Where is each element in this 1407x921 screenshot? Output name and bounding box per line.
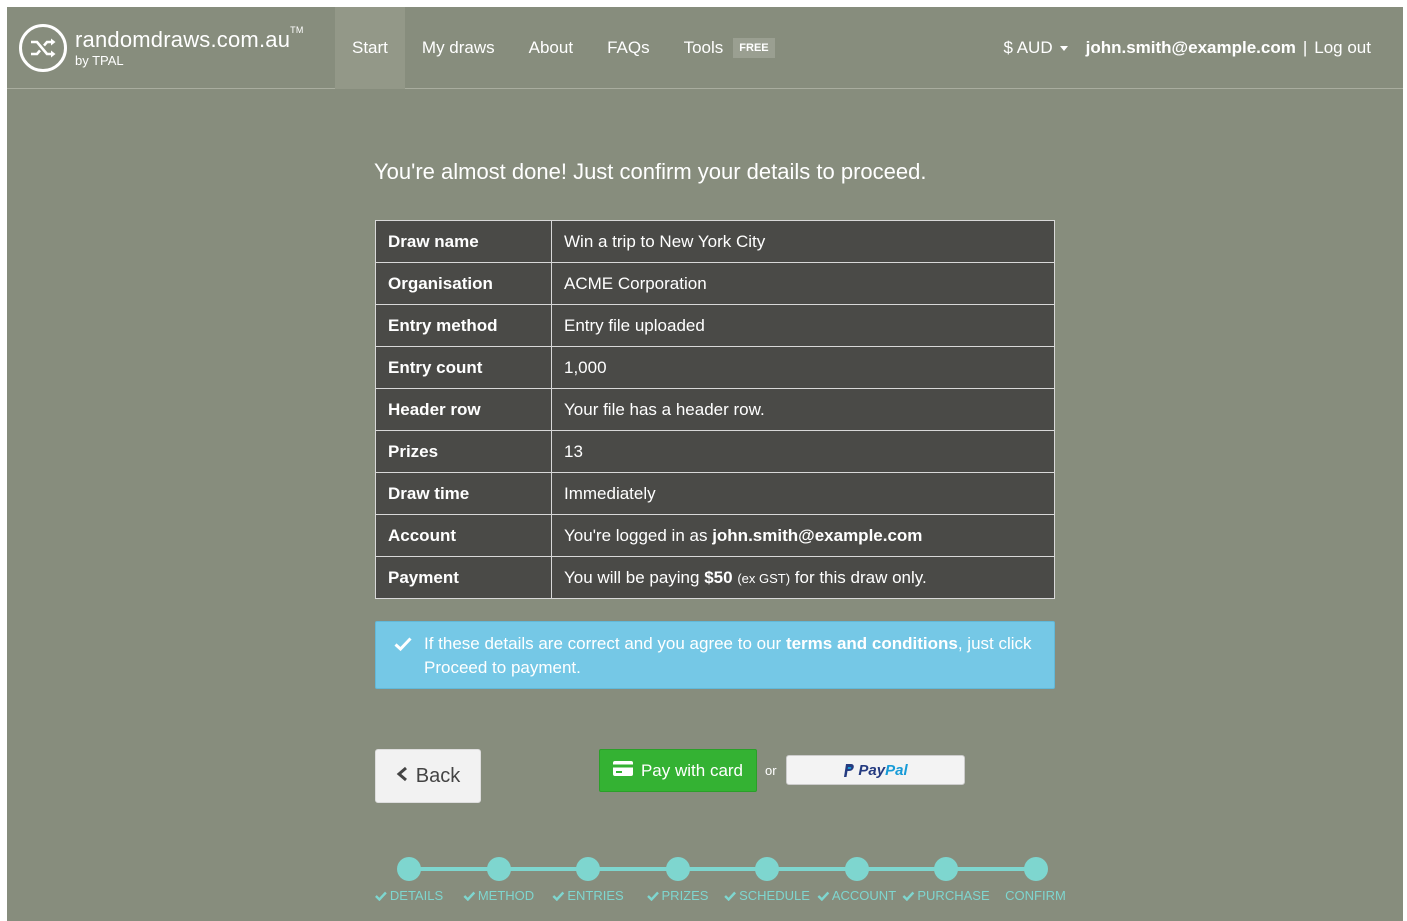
- entry-method-label: Entry method: [375, 304, 552, 347]
- pay-with-card-button[interactable]: Pay with card: [599, 749, 757, 792]
- check-icon: [394, 635, 412, 659]
- shuffle-icon: [19, 24, 67, 72]
- check-icon: [646, 888, 662, 903]
- or-separator: or: [765, 763, 777, 778]
- chevron-left-icon: [396, 765, 408, 788]
- currency-label: $ AUD: [1003, 38, 1053, 57]
- check-icon: [375, 888, 390, 903]
- table-row: Account You're logged in as john.smith@e…: [375, 514, 1055, 557]
- check-icon: [462, 888, 478, 903]
- nav-right: $ AUD john.smith@example.com | Log out: [1003, 7, 1371, 89]
- paypal-pal-text: Pal: [885, 761, 908, 779]
- card-label: Pay with card: [640, 760, 744, 780]
- logout-link[interactable]: Log out: [1314, 38, 1371, 58]
- navbar: randomdraws.com.auTM by TPAL Start My dr…: [7, 7, 1403, 89]
- step-label-entries: ENTRIES: [552, 888, 624, 903]
- progress-tracker: DETAILS METHOD ENTRIES PRIZES SCHEDULE ACCOUN…: [367, 855, 1067, 905]
- table-row: Entry count 1,000: [375, 346, 1055, 389]
- step-label-method: METHOD: [462, 888, 534, 903]
- paypal-button[interactable]: Pay Pal: [786, 755, 965, 785]
- back-button[interactable]: Back: [375, 749, 481, 803]
- brand-byline: by TPAL: [75, 53, 124, 68]
- step-label-details: DETAILS: [375, 888, 443, 903]
- check-icon: [724, 888, 739, 903]
- header-row-label: Header row: [375, 388, 552, 431]
- payment-label: Payment: [375, 556, 552, 599]
- step-label-confirm: CONFIRM: [1005, 888, 1066, 903]
- entry-method-value: Entry file uploaded: [551, 304, 1055, 347]
- step-dot-purchase: [934, 857, 958, 881]
- details-table: Draw name Win a trip to New York City Or…: [375, 220, 1055, 599]
- draw-name-label: Draw name: [375, 220, 552, 263]
- confirmation-alert: If these details are correct and you agr…: [375, 621, 1055, 689]
- draw-name-value: Win a trip to New York City: [551, 220, 1055, 263]
- nav-tools-label: Tools: [683, 38, 724, 57]
- step-dot-method: [486, 857, 511, 881]
- step-label-account: ACCOUNT: [817, 888, 896, 903]
- payment-amount: $50: [704, 567, 733, 587]
- check-icon: [902, 888, 917, 903]
- terms-link[interactable]: terms and conditions: [786, 634, 958, 653]
- organisation-value: ACME Corporation: [551, 262, 1055, 305]
- paypal-logo-icon: Pay Pal: [843, 761, 908, 779]
- credit-card-icon: [612, 760, 633, 781]
- nav-tools[interactable]: Tools FREE: [667, 7, 792, 89]
- table-row: Organisation ACME Corporation: [375, 262, 1055, 305]
- nav-start[interactable]: Start: [335, 7, 405, 89]
- table-row: Draw name Win a trip to New York City: [375, 220, 1055, 263]
- back-label: Back: [415, 764, 461, 787]
- step-label-schedule: SCHEDULE: [724, 888, 810, 903]
- prizes-label: Prizes: [375, 430, 552, 473]
- step-dot-schedule: [755, 857, 779, 881]
- trademark: TM: [290, 25, 304, 35]
- organisation-label: Organisation: [375, 262, 552, 305]
- step-dot-confirm: [1023, 857, 1048, 881]
- nav-separator: |: [1302, 38, 1308, 57]
- brand-name: randomdraws.com.auTM: [75, 25, 304, 52]
- payment-value: You will be paying $50 (ex GST) for this…: [551, 556, 1055, 599]
- prizes-value: 13: [551, 430, 1055, 473]
- payment-tax: (ex GST): [737, 570, 791, 586]
- account-prefix: You're logged in as: [564, 525, 713, 545]
- check-icon: [552, 888, 567, 903]
- brand[interactable]: randomdraws.com.auTM by TPAL: [19, 24, 304, 72]
- step-dot-account: [844, 857, 869, 881]
- table-row: Prizes 13: [375, 430, 1055, 473]
- entry-count-label: Entry count: [375, 346, 552, 389]
- user-email-link[interactable]: john.smith@example.com: [1086, 38, 1296, 58]
- account-value: You're logged in as john.smith@example.c…: [551, 514, 1055, 557]
- header-row-value: Your file has a header row.: [551, 388, 1055, 431]
- step-dot-prizes: [665, 857, 690, 881]
- payment-prefix: You will be paying: [564, 567, 705, 587]
- account-label: Account: [375, 514, 552, 557]
- alert-text-before: If these details are correct and you agr…: [424, 634, 786, 653]
- nav-about[interactable]: About: [512, 7, 590, 89]
- table-row: Entry method Entry file uploaded: [375, 304, 1055, 347]
- draw-time-value: Immediately: [551, 472, 1055, 515]
- app-frame: randomdraws.com.auTM by TPAL Start My dr…: [7, 7, 1403, 921]
- table-row: Payment You will be paying $50 (ex GST) …: [375, 556, 1055, 599]
- nav-faqs[interactable]: FAQs: [590, 7, 667, 89]
- step-label-purchase: PURCHASE: [902, 888, 990, 903]
- step-dot-details: [397, 857, 421, 881]
- step-label-prizes: PRIZES: [646, 888, 708, 903]
- page-heading: You're almost done! Just confirm your de…: [374, 159, 927, 184]
- draw-time-label: Draw time: [375, 472, 552, 515]
- paypal-pay-text: Pay: [858, 761, 886, 779]
- main-nav: Start My draws About FAQs Tools FREE: [335, 7, 792, 89]
- caret-down-icon: [1059, 45, 1068, 51]
- currency-dropdown[interactable]: $ AUD: [1003, 38, 1068, 58]
- entry-count-value: 1,000: [551, 346, 1055, 389]
- table-row: Draw time Immediately: [375, 472, 1055, 515]
- step-dot-entries: [576, 857, 600, 881]
- table-row: Header row Your file has a header row.: [375, 388, 1055, 431]
- payment-suffix: for this draw only.: [790, 567, 927, 587]
- account-email: john.smith@example.com: [712, 525, 923, 545]
- free-badge: FREE: [733, 38, 775, 58]
- check-icon: [817, 888, 832, 903]
- nav-my-draws[interactable]: My draws: [405, 7, 512, 89]
